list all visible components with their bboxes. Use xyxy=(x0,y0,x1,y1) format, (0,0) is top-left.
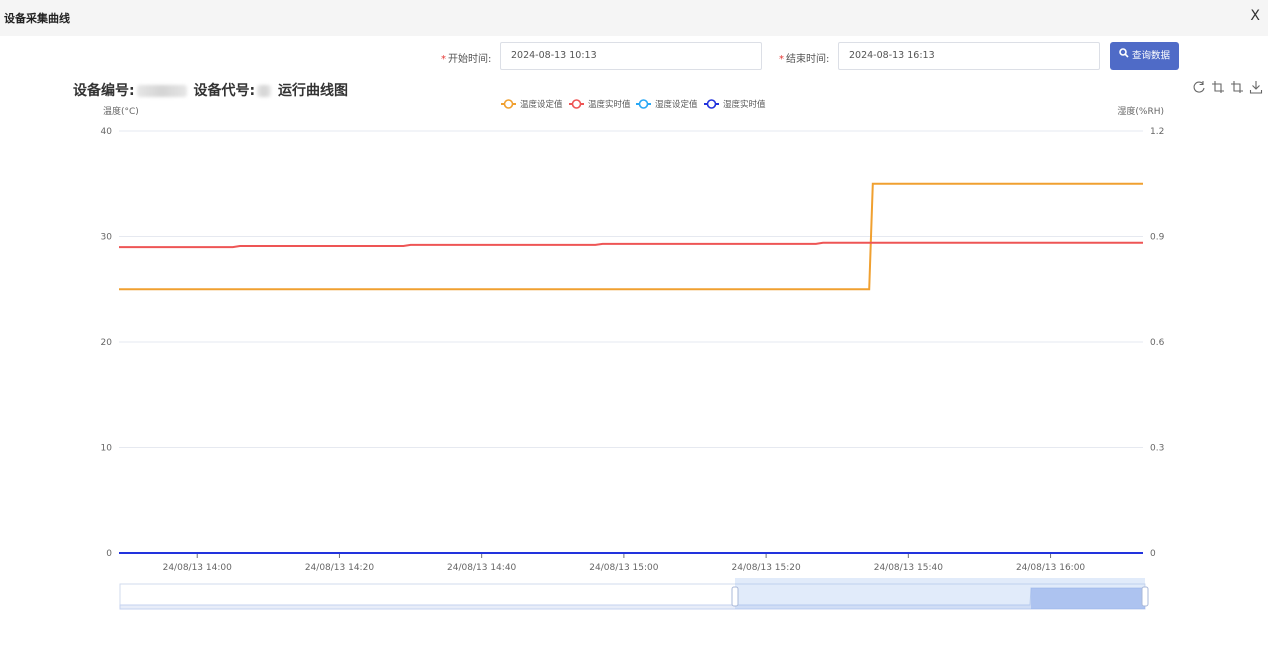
series-line xyxy=(119,241,1143,249)
x-tick-label: 24/08/13 14:40 xyxy=(447,563,516,573)
legend-marker xyxy=(638,99,649,109)
y-left-tick-label: 20 xyxy=(101,338,113,348)
y-right-tick-label: 0.3 xyxy=(1150,444,1164,454)
y-right-axis-label: 湿度(%RH) xyxy=(1117,105,1164,117)
legend-label: 温度设定值 xyxy=(520,99,563,110)
x-tick-label: 24/08/13 15:40 xyxy=(874,563,943,573)
legend-marker xyxy=(571,99,582,109)
y-left-tick-label: 40 xyxy=(101,127,113,137)
y-left-tick-label: 0 xyxy=(106,549,112,559)
y-right-tick-label: 1.2 xyxy=(1150,127,1164,137)
y-left-tick-label: 10 xyxy=(101,444,113,454)
legend-label: 温度实时值 xyxy=(588,99,631,110)
legend-label: 湿度实时值 xyxy=(723,99,766,110)
x-tick-label: 24/08/13 15:00 xyxy=(589,563,658,573)
x-tick-label: 24/08/13 16:00 xyxy=(1016,563,1085,573)
legend-marker xyxy=(706,99,717,109)
datazoom-handle[interactable] xyxy=(1141,586,1149,607)
y-right-tick-label: 0.6 xyxy=(1150,338,1165,348)
legend-item[interactable]: 温度设定值 xyxy=(501,99,563,110)
y-left-tick-label: 30 xyxy=(101,233,113,243)
y-right-tick-label: 0.9 xyxy=(1150,233,1165,243)
datazoom-selected-preview xyxy=(1031,588,1145,609)
x-tick-label: 24/08/13 15:20 xyxy=(732,563,801,573)
datazoom-handle[interactable] xyxy=(731,586,739,607)
x-tick-label: 24/08/13 14:00 xyxy=(163,563,232,573)
line-chart: 温度(°C) 湿度(%RH) 0 10 20 30 40 0 0.3 0.6 0.9 1.2 2… xyxy=(101,99,1165,610)
y-left-axis-label: 温度(°C) xyxy=(103,105,139,117)
y-right-tick-label: 0 xyxy=(1150,549,1156,559)
legend-label: 湿度设定值 xyxy=(655,99,698,110)
legend-marker xyxy=(503,99,514,109)
x-tick-label: 24/08/13 14:20 xyxy=(305,563,374,573)
legend-item[interactable]: 湿度实时值 xyxy=(704,99,766,110)
legend-item[interactable]: 温度实时值 xyxy=(569,99,631,110)
legend-item[interactable]: 湿度设定值 xyxy=(636,99,698,110)
